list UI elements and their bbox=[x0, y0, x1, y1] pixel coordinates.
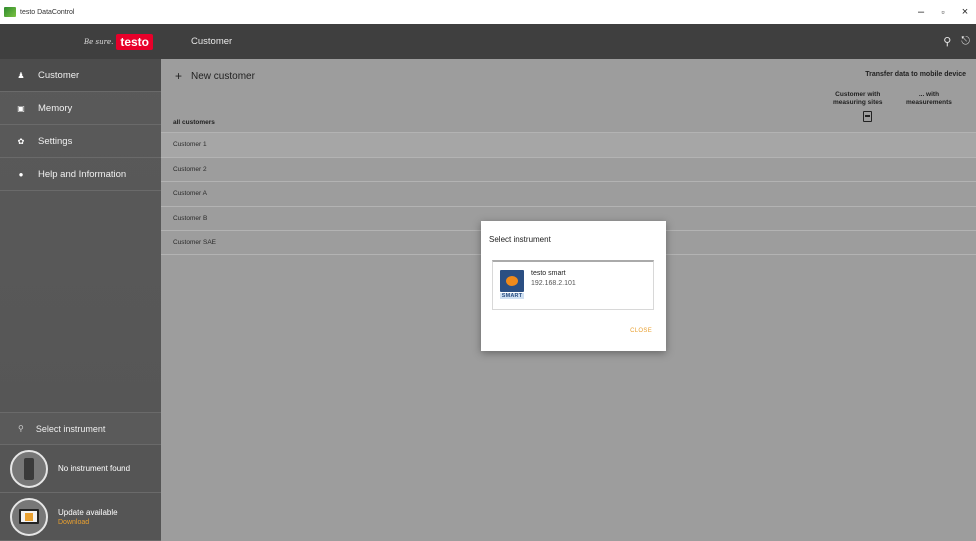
window-titlebar: testo DataControl – ▫ × bbox=[0, 0, 976, 24]
new-customer-button[interactable]: + New customer bbox=[175, 69, 255, 83]
export-icon[interactable]: ⎋ bbox=[961, 35, 970, 48]
select-instrument-label: Select instrument bbox=[35, 423, 106, 434]
header-icons: ⚲ ⎋ bbox=[943, 24, 970, 59]
window-title: testo DataControl bbox=[20, 8, 75, 16]
instrument-list-item[interactable]: SMART testo smart 192.168.2.101 bbox=[492, 260, 654, 310]
new-customer-label: New customer bbox=[191, 70, 255, 82]
select-instrument-dialog: Select instrument SMART testo smart 192.… bbox=[481, 221, 666, 351]
plus-icon: + bbox=[175, 69, 183, 83]
gear-icon: ✿ bbox=[17, 136, 25, 146]
select-instrument-button[interactable]: ⚲ Select instrument bbox=[0, 412, 161, 445]
laptop-icon bbox=[19, 509, 39, 524]
column-with-measurements: ... with measurements bbox=[906, 91, 952, 107]
download-link[interactable]: Download bbox=[58, 519, 118, 526]
instrument-name: testo smart bbox=[531, 270, 566, 277]
page-title: Customer bbox=[191, 36, 233, 47]
column-label-line: measuring sites bbox=[833, 99, 883, 106]
dialog-close-button[interactable]: CLOSE bbox=[630, 328, 652, 334]
smart-label: SMART bbox=[500, 293, 524, 299]
memory-icon: ▣ bbox=[17, 103, 25, 113]
minimize-button[interactable]: – bbox=[910, 0, 932, 24]
close-window-button[interactable]: × bbox=[954, 0, 976, 24]
list-header: all customers bbox=[173, 118, 215, 126]
update-text-group: Update available Download bbox=[58, 508, 118, 526]
brand-slogan: Be sure. bbox=[84, 37, 114, 46]
instrument-logo-icon bbox=[500, 270, 524, 292]
person-icon: ♟ bbox=[17, 70, 25, 80]
testo-smart-thumbnail: SMART bbox=[500, 270, 524, 302]
sidebar-item-customer[interactable]: ♟ Customer bbox=[0, 59, 161, 92]
search-icon: ⚲ bbox=[18, 424, 24, 433]
column-label-line: Customer with bbox=[835, 91, 881, 98]
sidebar: Be sure. testo ♟ Customer ▣ Memory ✿ Set… bbox=[0, 24, 161, 541]
app-icon bbox=[4, 7, 16, 17]
instrument-status-card[interactable]: No instrument found bbox=[0, 445, 161, 493]
instrument-avatar bbox=[10, 449, 48, 488]
instrument-ip: 192.168.2.101 bbox=[531, 280, 576, 287]
update-card[interactable]: Update available Download bbox=[0, 493, 161, 541]
instrument-status-text: No instrument found bbox=[58, 464, 131, 473]
column-customer-with-sites: Customer with measuring sites bbox=[833, 91, 883, 107]
update-label: Update available bbox=[58, 507, 118, 517]
sidebar-item-memory[interactable]: ▣ Memory bbox=[0, 92, 161, 125]
transfer-title: Transfer data to mobile device bbox=[865, 71, 966, 78]
sidebar-bottom: ⚲ Select instrument No instrument found … bbox=[0, 412, 161, 541]
page-header: Customer ⚲ ⎋ bbox=[161, 24, 976, 59]
instrument-device-icon bbox=[24, 457, 34, 480]
search-icon[interactable]: ⚲ bbox=[943, 35, 951, 48]
sidebar-item-label: Settings bbox=[38, 135, 73, 147]
sidebar-item-label: Memory bbox=[38, 102, 73, 114]
maximize-button[interactable]: ▫ bbox=[932, 0, 954, 24]
dialog-title: Select instrument bbox=[489, 235, 551, 244]
list-item[interactable]: Customer A bbox=[161, 181, 976, 206]
sidebar-item-label: Help and Information bbox=[38, 168, 127, 180]
sidebar-item-help[interactable]: ● Help and Information bbox=[0, 158, 161, 191]
sidebar-item-settings[interactable]: ✿ Settings bbox=[0, 125, 161, 158]
sidebar-item-label: Customer bbox=[38, 69, 80, 81]
column-label-line: measurements bbox=[906, 99, 952, 106]
brand-header: Be sure. testo bbox=[0, 24, 161, 59]
update-avatar bbox=[10, 497, 48, 536]
column-label-line: ... with bbox=[918, 91, 940, 98]
testo-logo: testo bbox=[116, 33, 153, 50]
info-icon: ● bbox=[18, 169, 24, 179]
list-item[interactable]: Customer 1 bbox=[161, 132, 976, 157]
list-item[interactable]: Customer 2 bbox=[161, 156, 976, 182]
